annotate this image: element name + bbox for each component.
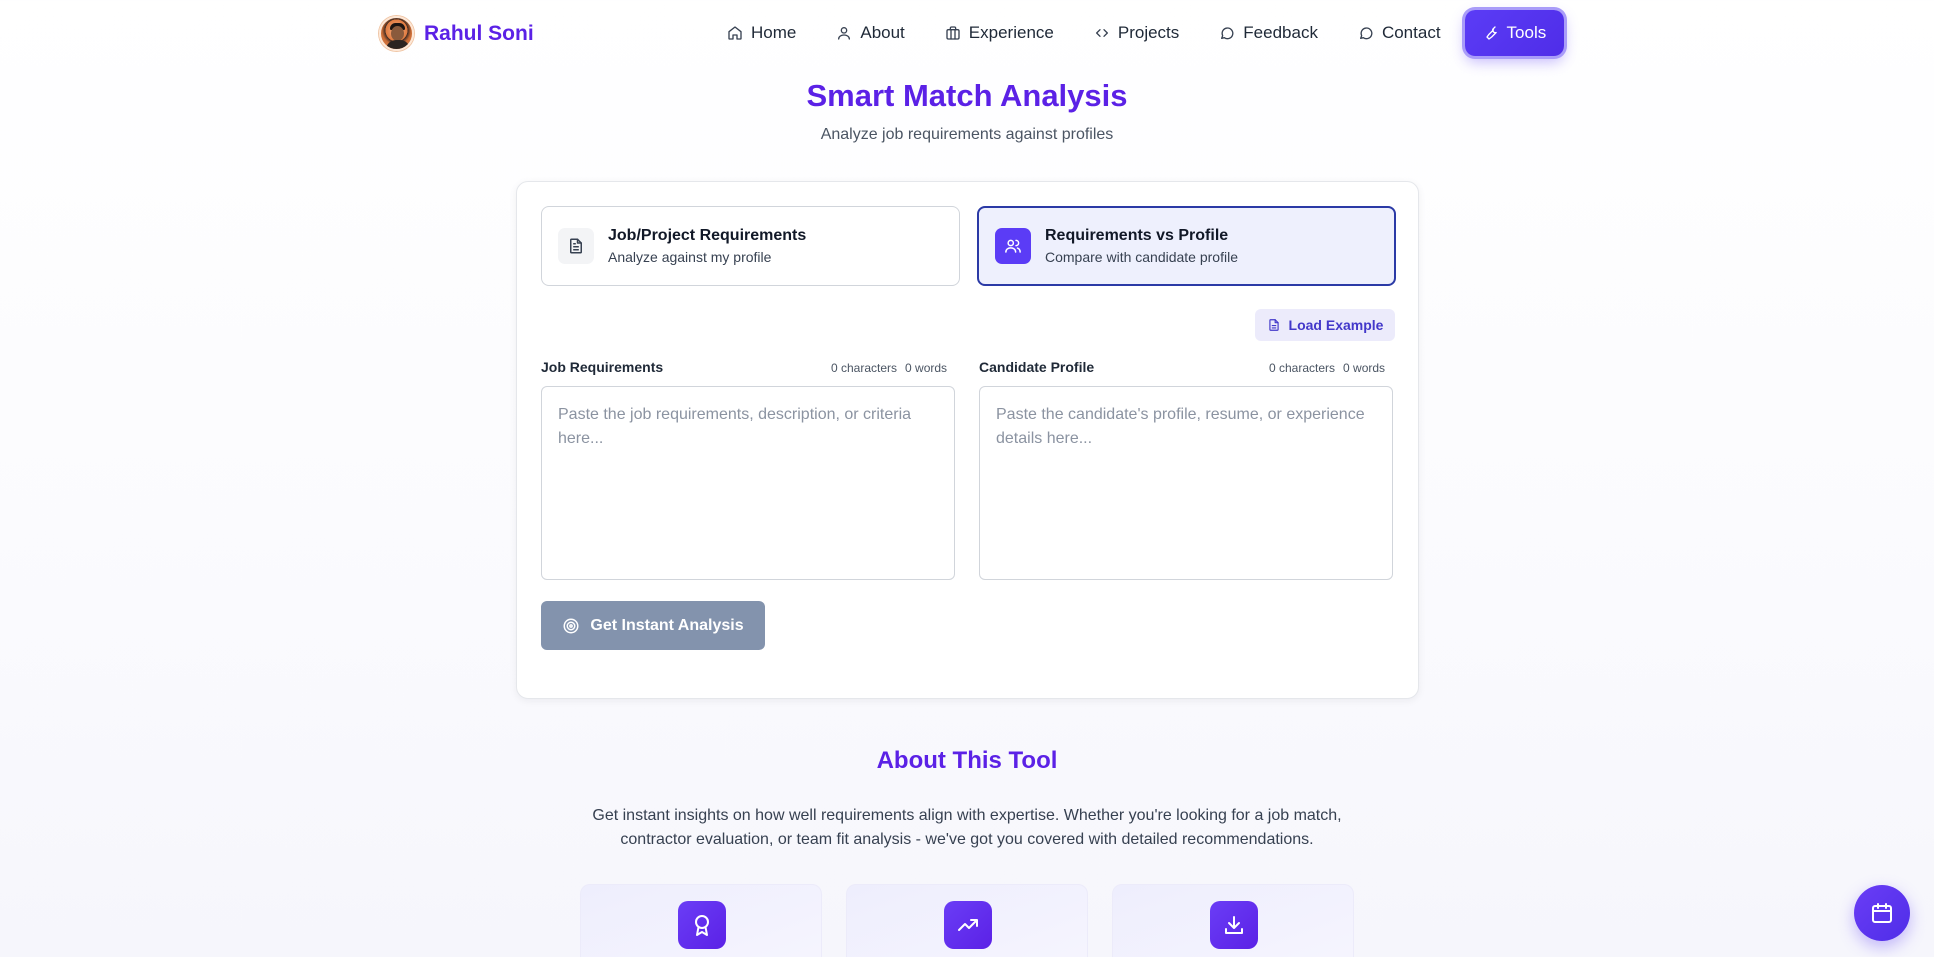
message-icon: [1221, 27, 1234, 40]
analyze-button-label: Get Instant Analysis: [590, 616, 744, 634]
nav-item-label: Home: [751, 23, 797, 42]
message-icon: [1359, 27, 1373, 40]
page-title: Smart Match Analysis: [806, 78, 1128, 113]
feature-card: [846, 884, 1088, 957]
calendar-fab-button[interactable]: [1854, 885, 1910, 941]
feature-card: [580, 884, 822, 957]
char-count: 0 characters: [1269, 361, 1336, 375]
mode-requirements-vs-profile[interactable]: Requirements vs Profile Compare with can…: [977, 206, 1396, 286]
nav-item-label: Experience: [968, 23, 1054, 42]
mode-title: Requirements vs Profile: [1045, 227, 1229, 244]
page-subtitle: Analyze job requirements against profile…: [820, 126, 1114, 143]
nav-item-contact[interactable]: Contact: [1338, 10, 1461, 56]
nav-item-label: Contact: [1381, 23, 1441, 42]
users-icon: [995, 228, 1031, 264]
target-icon: [563, 618, 579, 633]
mode-description: Analyze against my profile: [608, 249, 772, 265]
wrench-icon: [1485, 26, 1497, 40]
user-icon: [838, 27, 851, 40]
job-requirements-textarea[interactable]: [541, 386, 955, 580]
nav-item-home[interactable]: Home: [707, 10, 816, 56]
candidate-profile-textarea[interactable]: [979, 386, 1393, 580]
word-count: 0 words: [905, 361, 948, 375]
brand-name[interactable]: Rahul Soni: [424, 22, 534, 46]
nav-item-projects[interactable]: Projects: [1074, 10, 1199, 56]
nav-item-tools[interactable]: Tools: [1464, 10, 1565, 56]
candidate-profile-count: 0 characters 0 words: [1269, 361, 1385, 375]
mode-job-requirements[interactable]: Job/Project Requirements Analyze against…: [541, 206, 960, 286]
nav-item-about[interactable]: About: [816, 10, 924, 56]
award-icon: [678, 901, 726, 949]
nav-item-label: About: [860, 23, 905, 42]
about-description: Get instant insights on how well require…: [592, 807, 1342, 848]
avatar: [379, 16, 414, 51]
candidate-profile-label: Candidate Profile: [979, 359, 1095, 375]
calendar-icon: [1872, 903, 1892, 923]
job-requirements-label: Job Requirements: [541, 359, 664, 375]
nav-menu: Home About Experience Projects Feedback …: [707, 10, 1565, 56]
code-icon: [1095, 28, 1108, 37]
nav-item-label: Feedback: [1243, 23, 1318, 42]
document-icon: [1268, 319, 1279, 331]
nav-item-label: Tools: [1506, 23, 1547, 42]
feature-card: [1112, 884, 1354, 957]
nav-item-experience[interactable]: Experience: [925, 10, 1074, 56]
load-example-button[interactable]: Load Example: [1255, 309, 1395, 341]
home-icon: [728, 26, 742, 40]
brand[interactable]: Rahul Soni: [379, 16, 534, 51]
get-instant-analysis-button[interactable]: Get Instant Analysis: [541, 601, 765, 650]
nav-item-label: Projects: [1117, 23, 1180, 42]
job-requirements-count: 0 characters 0 words: [831, 361, 947, 375]
char-count: 0 characters: [831, 361, 898, 375]
top-navbar: Rahul Soni Home About Experience Project…: [0, 0, 1934, 66]
load-example-label: Load Example: [1288, 317, 1384, 333]
download-icon: [1210, 901, 1258, 949]
nav-item-feedback[interactable]: Feedback: [1199, 10, 1338, 56]
mode-description: Compare with candidate profile: [1045, 249, 1238, 265]
mode-title: Job/Project Requirements: [608, 227, 807, 244]
analysis-card: Job/Project Requirements Analyze against…: [516, 181, 1419, 699]
word-count: 0 words: [1343, 361, 1386, 375]
briefcase-icon: [946, 26, 960, 40]
about-title: About This Tool: [876, 747, 1058, 774]
trending-up-icon: [944, 901, 992, 949]
document-icon: [558, 228, 594, 264]
